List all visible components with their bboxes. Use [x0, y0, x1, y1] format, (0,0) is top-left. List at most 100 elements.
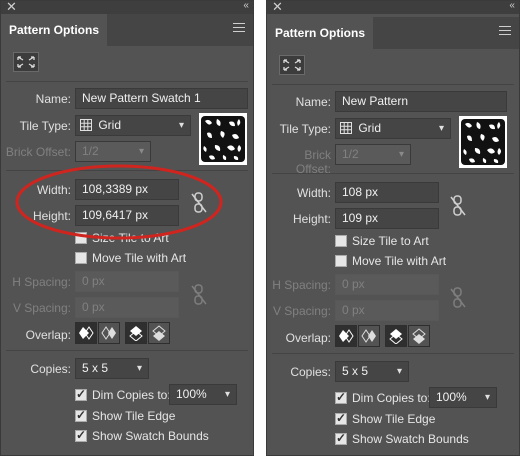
grid-icon	[340, 122, 352, 134]
chevron-down-icon: ▾	[178, 120, 184, 131]
panel-tab-row: Pattern Options	[1, 14, 253, 46]
overlap-right-icon	[361, 329, 376, 343]
chevron-down-icon: ▾	[398, 149, 404, 160]
name-label: Name:	[295, 95, 331, 109]
link-icon[interactable]	[191, 283, 207, 307]
h-spacing-label: H Spacing:	[272, 278, 331, 292]
width-field[interactable]: 108 px	[335, 182, 439, 203]
move-tile-label: Move Tile with Art	[92, 251, 187, 265]
chevron-down-icon: ▾	[138, 146, 144, 157]
overlap-label: Overlap:	[25, 328, 71, 342]
v-spacing-field[interactable]: 0 px	[335, 300, 439, 321]
dim-copies-checkbox[interactable]	[75, 387, 87, 401]
v-spacing-label: V Spacing:	[12, 301, 71, 315]
tile-type-select[interactable]: Grid ▾	[335, 118, 451, 139]
chevron-down-icon: ▾	[484, 392, 490, 403]
width-label: Width:	[296, 186, 331, 200]
copies-select[interactable]: 5 x 5 ▾	[335, 361, 409, 382]
dim-copies-select[interactable]: 100% ▾	[169, 384, 237, 405]
overlap-bottom-icon	[152, 325, 166, 341]
overlap-bottom-button[interactable]	[148, 322, 170, 344]
copies-label: Copies:	[290, 365, 331, 379]
height-field[interactable]: 109 px	[335, 208, 439, 229]
panel-menu-icon[interactable]	[499, 26, 511, 38]
fit-tile-button[interactable]	[279, 55, 305, 75]
pattern-options-panel-left: ✕ ‹‹ Pattern Options Name: New Pattern S…	[0, 0, 254, 456]
tile-type-label: Tile Type:	[19, 119, 71, 133]
show-tile-edge-checkbox[interactable]	[75, 408, 87, 422]
separator	[272, 84, 514, 85]
brick-offset-value: 1/2	[342, 147, 359, 161]
close-icon[interactable]: ✕	[6, 0, 17, 15]
dim-copies-value: 100%	[436, 390, 467, 404]
overlap-top-icon	[129, 326, 143, 341]
separator	[272, 353, 514, 354]
show-swatch-bounds-label: Show Swatch Bounds	[92, 429, 209, 443]
move-tile-label: Move Tile with Art	[352, 254, 447, 268]
dim-copies-checkbox[interactable]	[335, 390, 347, 404]
fit-tile-button[interactable]	[13, 52, 39, 72]
name-label: Name:	[35, 92, 71, 106]
overlap-right-button[interactable]	[358, 325, 380, 347]
dim-copies-value: 100%	[176, 387, 207, 401]
brick-offset-label: Brick Offset:	[295, 148, 331, 176]
overlap-left-button[interactable]	[335, 325, 357, 347]
close-icon[interactable]: ✕	[272, 0, 283, 15]
show-tile-edge-label: Show Tile Edge	[352, 412, 436, 426]
overlap-left-button[interactable]	[75, 322, 97, 344]
h-spacing-label: H Spacing:	[12, 275, 71, 289]
copies-value: 5 x 5	[82, 361, 109, 375]
dim-copies-label: Dim Copies to:	[92, 388, 171, 402]
size-tile-checkbox[interactable]	[335, 235, 347, 247]
grid-icon	[80, 119, 92, 131]
separator	[6, 350, 248, 351]
brick-offset-select[interactable]: 1/2 ▾	[75, 141, 151, 162]
brick-offset-value: 1/2	[82, 144, 99, 158]
show-swatch-bounds-label: Show Swatch Bounds	[352, 432, 469, 446]
v-spacing-field[interactable]: 0 px	[75, 297, 179, 318]
tile-type-select[interactable]: Grid ▾	[75, 115, 191, 136]
tab-pattern-options[interactable]: Pattern Options	[1, 14, 108, 46]
pattern-thumbnail	[199, 113, 247, 165]
show-swatch-bounds-checkbox[interactable]	[75, 428, 87, 442]
link-icon[interactable]	[450, 194, 466, 218]
overlap-top-button[interactable]	[125, 322, 147, 344]
chevron-down-icon: ▾	[224, 389, 230, 400]
panel-title-bar: ✕ ‹‹	[267, 0, 519, 15]
chevron-down-icon: ▾	[438, 123, 444, 134]
overlap-right-icon	[101, 326, 116, 340]
fit-tile-icon	[17, 56, 35, 68]
panel-tab-row: Pattern Options	[267, 17, 519, 49]
annotation-ellipse	[15, 164, 223, 240]
dim-copies-select[interactable]: 100% ▾	[429, 387, 497, 408]
show-swatch-bounds-checkbox[interactable]	[335, 431, 347, 445]
show-tile-edge-checkbox[interactable]	[335, 411, 347, 425]
copies-value: 5 x 5	[342, 364, 369, 378]
overlap-label: Overlap:	[285, 331, 331, 345]
h-spacing-field[interactable]: 0 px	[75, 271, 179, 292]
name-field[interactable]: New Pattern Swatch 1	[75, 88, 248, 109]
copies-select[interactable]: 5 x 5 ▾	[75, 358, 149, 379]
separator	[272, 173, 514, 174]
dim-copies-label: Dim Copies to:	[352, 391, 431, 405]
brick-offset-select[interactable]: 1/2 ▾	[335, 144, 411, 165]
link-icon[interactable]	[450, 286, 466, 310]
collapse-icon[interactable]: ‹‹	[509, 0, 515, 11]
panel-menu-icon[interactable]	[233, 23, 245, 35]
move-tile-checkbox[interactable]	[335, 255, 347, 267]
name-field[interactable]: New Pattern	[335, 91, 507, 112]
overlap-bottom-button[interactable]	[408, 325, 430, 347]
move-tile-checkbox[interactable]	[75, 252, 87, 264]
collapse-icon[interactable]: ‹‹	[243, 0, 249, 11]
tile-type-value: Grid	[358, 121, 382, 135]
overlap-right-button[interactable]	[98, 322, 120, 344]
h-spacing-field[interactable]: 0 px	[335, 274, 439, 295]
overlap-bottom-icon	[412, 328, 426, 344]
copies-label: Copies:	[30, 362, 71, 376]
chevron-down-icon: ▾	[136, 363, 142, 374]
overlap-top-button[interactable]	[385, 325, 407, 347]
tab-pattern-options[interactable]: Pattern Options	[267, 17, 374, 49]
overlap-left-icon	[339, 329, 354, 343]
panel-title-bar: ✕ ‹‹	[1, 0, 253, 15]
height-label: Height:	[292, 212, 331, 226]
